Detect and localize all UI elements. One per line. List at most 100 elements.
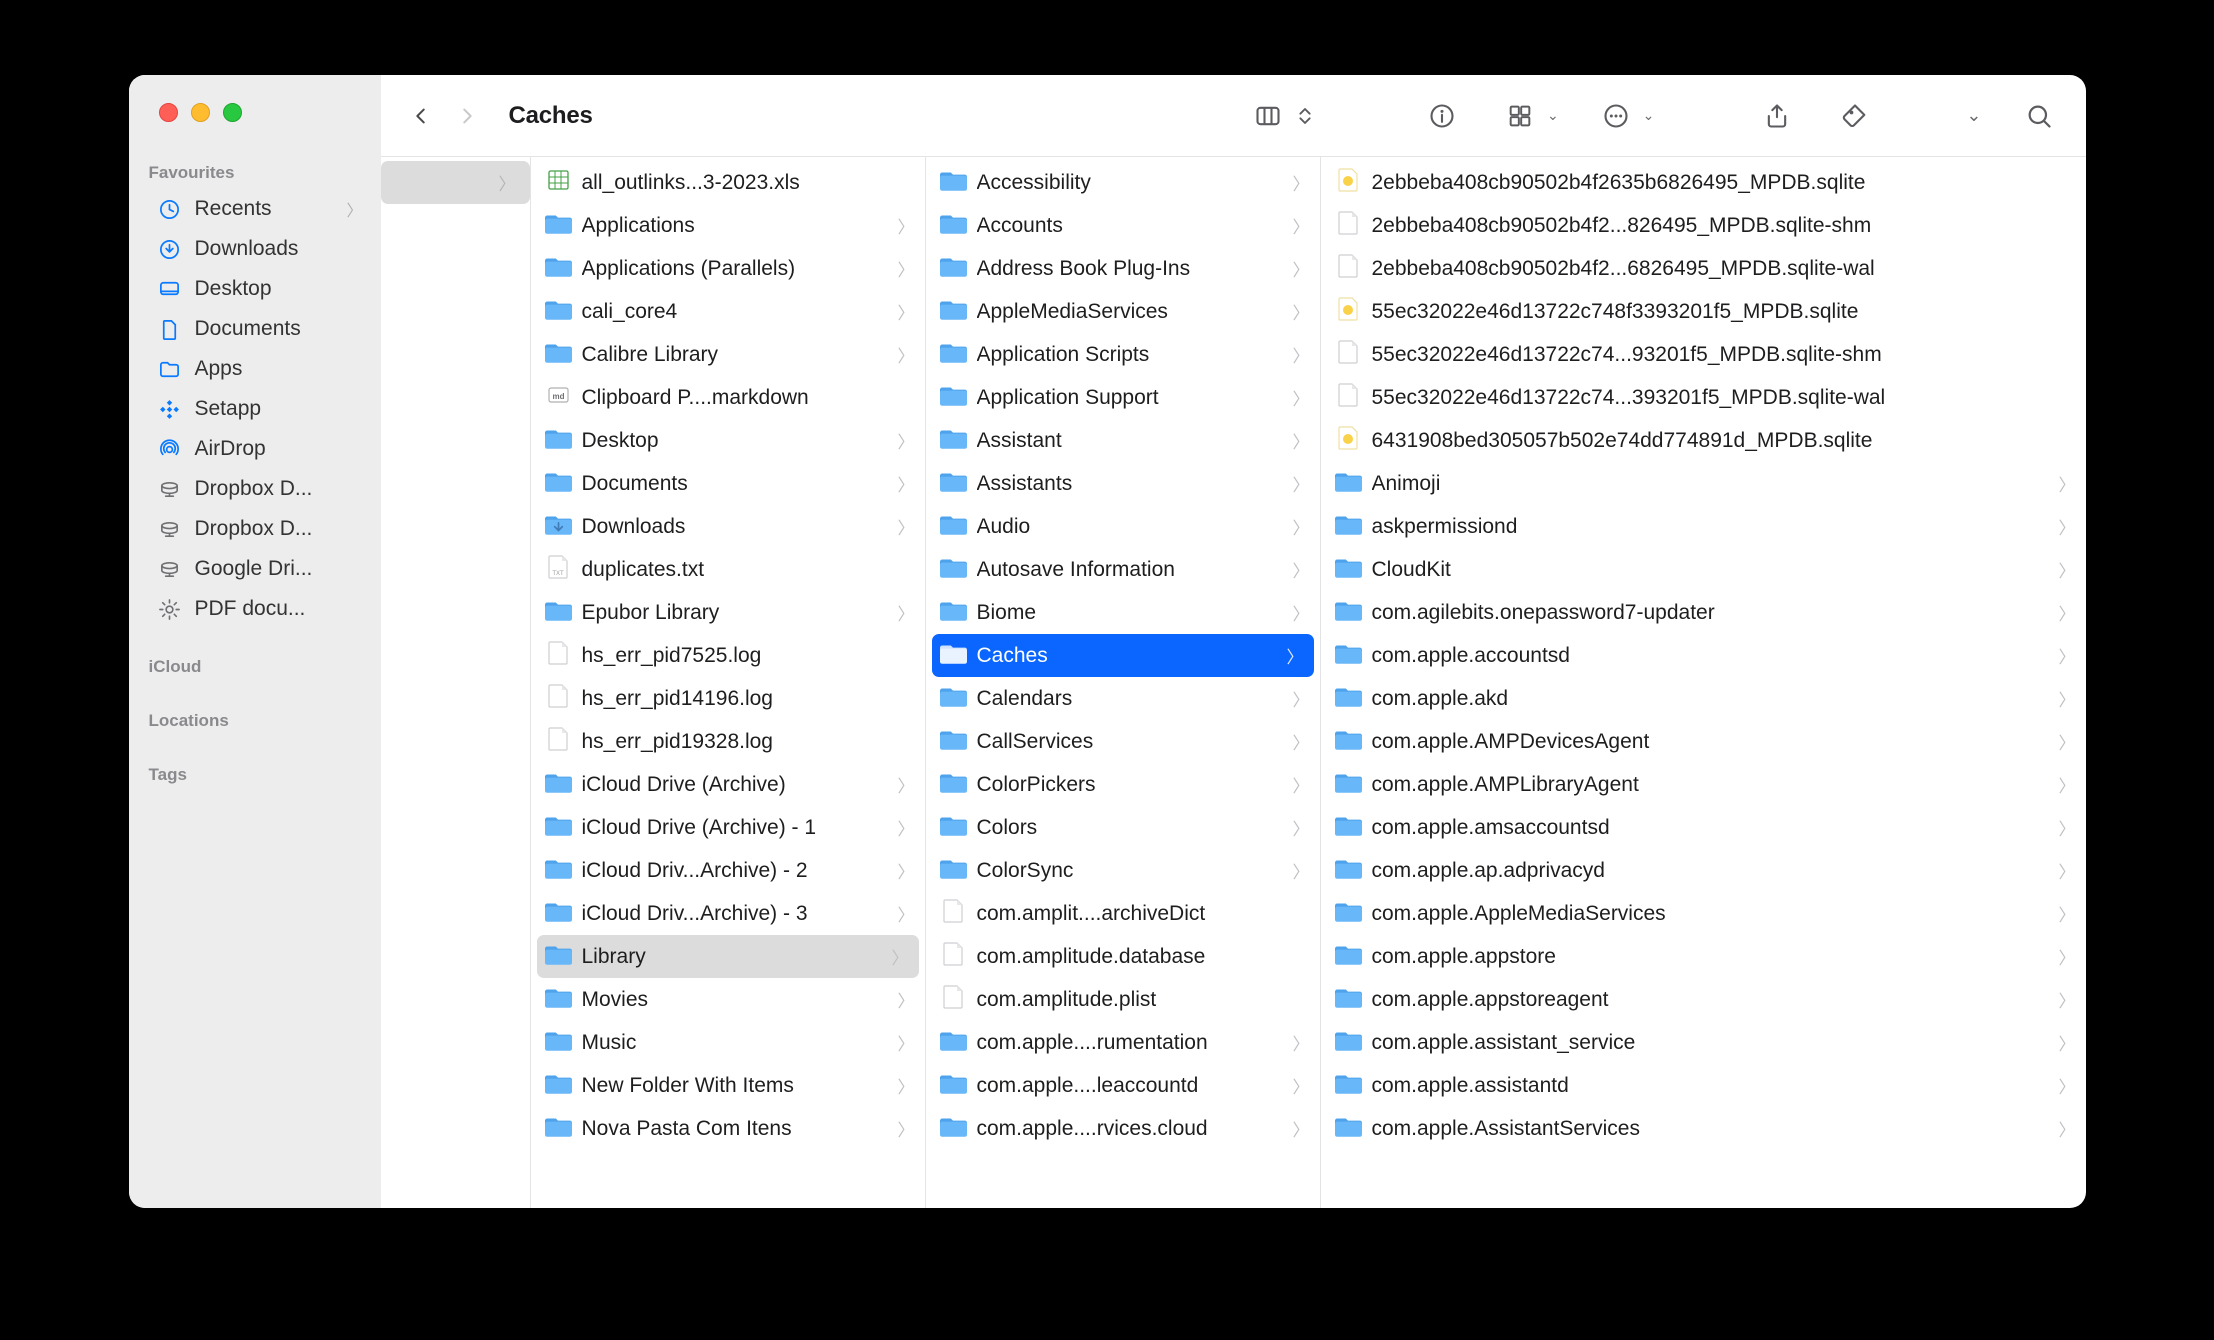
column-3[interactable]: 2ebbeba408cb90502b4f2635b6826495_MPDB.sq… [1321,157,2086,1208]
close-button[interactable] [159,103,178,122]
list-item[interactable]: iCloud Drive (Archive) - 1〉 [531,806,925,849]
list-item[interactable]: com.apple.assistant_service〉 [1321,1021,2086,1064]
action-button[interactable] [1595,98,1637,134]
list-item[interactable]: com.apple.AssistantServices〉 [1321,1107,2086,1150]
list-item[interactable]: hs_err_pid19328.log [531,720,925,763]
sidebar-item-airdrop[interactable]: AirDrop [137,429,373,469]
list-item[interactable]: Address Book Plug-Ins〉 [926,247,1320,290]
sidebar-item-apps[interactable]: Apps [137,349,373,389]
column-1[interactable]: all_outlinks...3-2023.xlsApplications〉Ap… [531,157,926,1208]
list-item[interactable]: Calibre Library〉 [531,333,925,376]
list-item[interactable]: Autosave Information〉 [926,548,1320,591]
get-info-button[interactable] [1421,98,1463,134]
list-item[interactable]: com.amplit....archiveDict [926,892,1320,935]
list-item[interactable]: Animoji〉 [1321,462,2086,505]
list-item[interactable]: Applications (Parallels)〉 [531,247,925,290]
list-item[interactable]: 55ec32022e46d13722c748f3393201f5_MPDB.sq… [1321,290,2086,333]
sidebar-item-documents[interactable]: Documents [137,309,373,349]
sidebar-item-dropbox-d[interactable]: Dropbox D... [137,469,373,509]
sidebar-item-google-dri[interactable]: Google Dri... [137,549,373,589]
sidebar-item-dropbox-d[interactable]: Dropbox D... [137,509,373,549]
forward-button[interactable] [449,98,485,134]
share-button[interactable] [1756,98,1798,134]
list-item[interactable]: cali_core4〉 [531,290,925,333]
list-item[interactable]: com.amplitude.plist [926,978,1320,1021]
list-item[interactable]: Application Support〉 [926,376,1320,419]
sidebar-item-setapp[interactable]: Setapp [137,389,373,429]
list-item[interactable]: ColorSync〉 [926,849,1320,892]
view-columns-button[interactable] [1247,98,1289,134]
list-item[interactable]: Caches〉 [932,634,1314,677]
list-item[interactable]: 2ebbeba408cb90502b4f2...6826495_MPDB.sql… [1321,247,2086,290]
list-item[interactable]: New Folder With Items〉 [531,1064,925,1107]
list-item[interactable]: Music〉 [531,1021,925,1064]
list-item[interactable]: com.apple.assistantd〉 [1321,1064,2086,1107]
list-item-current[interactable]: 〉 [381,161,530,204]
list-item[interactable]: iCloud Driv...Archive) - 3〉 [531,892,925,935]
list-item[interactable]: 2ebbeba408cb90502b4f2...826495_MPDB.sqli… [1321,204,2086,247]
column-0[interactable]: 〉 [381,157,531,1208]
list-item[interactable]: iCloud Drive (Archive)〉 [531,763,925,806]
list-item[interactable]: Calendars〉 [926,677,1320,720]
list-item[interactable]: com.apple.amsaccountsd〉 [1321,806,2086,849]
list-item[interactable]: ColorPickers〉 [926,763,1320,806]
sidebar-group-title[interactable]: iCloud [129,629,381,683]
list-item[interactable]: 6431908bed305057b502e74dd774891d_MPDB.sq… [1321,419,2086,462]
list-item[interactable]: 55ec32022e46d13722c74...93201f5_MPDB.sql… [1321,333,2086,376]
sidebar-group-title[interactable]: Tags [129,737,381,791]
list-item[interactable]: Movies〉 [531,978,925,1021]
list-item[interactable]: askpermissiond〉 [1321,505,2086,548]
list-item[interactable]: Assistant〉 [926,419,1320,462]
fullscreen-button[interactable] [223,103,242,122]
list-item[interactable]: Epubor Library〉 [531,591,925,634]
list-item[interactable]: Application Scripts〉 [926,333,1320,376]
list-item[interactable]: Accounts〉 [926,204,1320,247]
tags-button[interactable] [1834,98,1876,134]
list-item[interactable]: iCloud Driv...Archive) - 2〉 [531,849,925,892]
list-item[interactable]: Desktop〉 [531,419,925,462]
list-item[interactable]: com.apple....leaccountd〉 [926,1064,1320,1107]
minimize-button[interactable] [191,103,210,122]
list-item[interactable]: Downloads〉 [531,505,925,548]
list-item[interactable]: com.apple.appstore〉 [1321,935,2086,978]
list-item[interactable]: Library〉 [537,935,919,978]
list-item[interactable]: com.apple.ap.adprivacyd〉 [1321,849,2086,892]
search-button[interactable] [2018,98,2060,134]
sidebar-item-downloads[interactable]: Downloads [137,229,373,269]
list-item[interactable]: com.amplitude.database [926,935,1320,978]
sidebar-item-desktop[interactable]: Desktop [137,269,373,309]
list-item[interactable]: com.apple....rvices.cloud〉 [926,1107,1320,1150]
view-switcher-chevron[interactable] [1291,98,1319,134]
list-item[interactable]: com.apple....rumentation〉 [926,1021,1320,1064]
list-item[interactable]: CloudKit〉 [1321,548,2086,591]
list-item[interactable]: com.apple.appstoreagent〉 [1321,978,2086,1021]
list-item[interactable]: Colors〉 [926,806,1320,849]
list-item[interactable]: 55ec32022e46d13722c74...393201f5_MPDB.sq… [1321,376,2086,419]
group-by-button[interactable] [1499,98,1541,134]
list-item[interactable]: hs_err_pid14196.log [531,677,925,720]
list-item[interactable]: com.apple.AMPLibraryAgent〉 [1321,763,2086,806]
list-item[interactable]: AppleMediaServices〉 [926,290,1320,333]
list-item[interactable]: Accessibility〉 [926,161,1320,204]
list-item[interactable]: com.apple.akd〉 [1321,677,2086,720]
list-item[interactable]: hs_err_pid7525.log [531,634,925,677]
dropdown-button[interactable]: ⌄ [1966,105,1981,126]
sidebar-group-title[interactable]: Favourites [129,135,381,189]
list-item[interactable]: com.apple.accountsd〉 [1321,634,2086,677]
list-item[interactable]: Clipboard P....markdown [531,376,925,419]
sidebar-item-pdf-docu[interactable]: PDF docu... [137,589,373,629]
list-item[interactable]: com.agilebits.onepassword7-updater〉 [1321,591,2086,634]
back-button[interactable] [403,98,439,134]
list-item[interactable]: com.apple.AppleMediaServices〉 [1321,892,2086,935]
list-item[interactable]: all_outlinks...3-2023.xls [531,161,925,204]
list-item[interactable]: com.apple.AMPDevicesAgent〉 [1321,720,2086,763]
list-item[interactable]: duplicates.txt [531,548,925,591]
list-item[interactable]: Nova Pasta Com Itens〉 [531,1107,925,1150]
list-item[interactable]: CallServices〉 [926,720,1320,763]
list-item[interactable]: Applications〉 [531,204,925,247]
list-item[interactable]: Documents〉 [531,462,925,505]
sidebar-group-title[interactable]: Locations [129,683,381,737]
sidebar-item-recents[interactable]: Recents〉 [137,189,373,229]
column-2[interactable]: Accessibility〉Accounts〉Address Book Plug… [926,157,1321,1208]
list-item[interactable]: Audio〉 [926,505,1320,548]
